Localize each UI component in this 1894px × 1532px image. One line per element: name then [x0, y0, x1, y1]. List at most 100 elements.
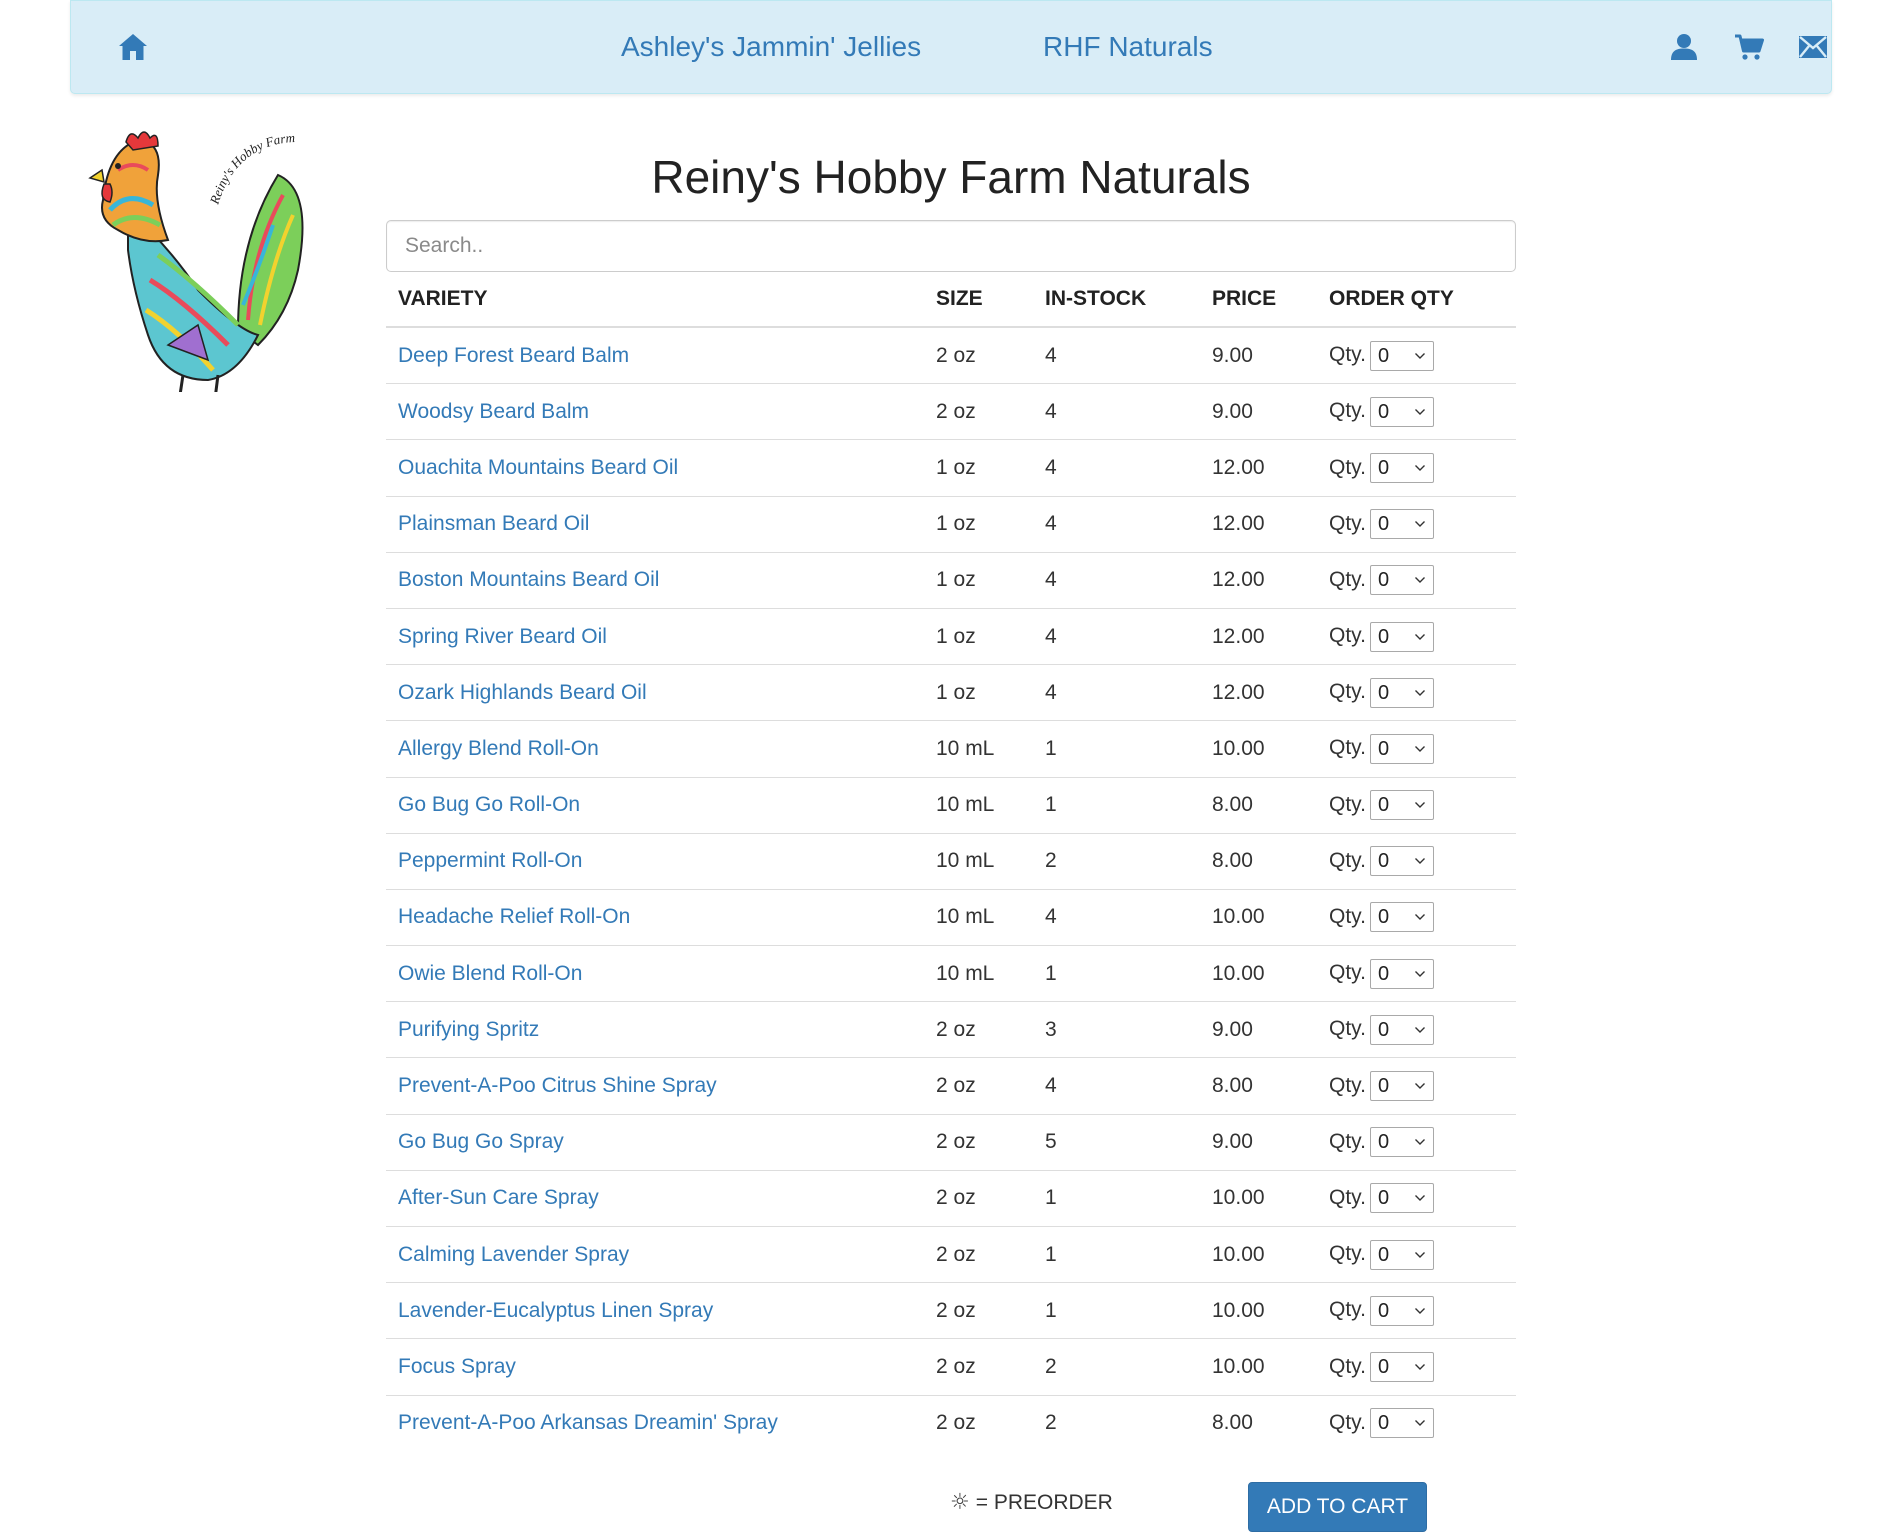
cell-price: 10.00	[1200, 1170, 1317, 1228]
cell-order-qty: Qty. 0	[1317, 1282, 1516, 1340]
qty-select[interactable]: 0	[1369, 958, 1434, 989]
cell-variety: Calming Lavender Spray	[386, 1226, 924, 1284]
cell-order-qty: Qty. 0	[1317, 552, 1516, 609]
chevron-down-icon	[1414, 689, 1425, 696]
product-link[interactable]: Allergy Blend Roll-On	[398, 737, 599, 760]
qty-value: 0	[1377, 625, 1390, 648]
cell-variety: Go Bug Go Spray	[386, 1114, 924, 1171]
cell-price: 12.00	[1200, 608, 1317, 666]
qty-select[interactable]: 0	[1369, 902, 1434, 933]
qty-value: 0	[1377, 1075, 1390, 1098]
cell-size: 2 oz	[924, 1282, 1033, 1340]
cell-size: 2 oz	[924, 1338, 1033, 1396]
product-link[interactable]: Prevent-A-Poo Citrus Shine Spray	[398, 1074, 717, 1097]
cell-order-qty: Qty. 0	[1317, 720, 1516, 778]
mail-icon[interactable]	[1795, 29, 1831, 65]
cell-order-qty: Qty. 0	[1317, 1395, 1516, 1451]
search-input[interactable]	[386, 220, 1516, 272]
product-link[interactable]: Owie Blend Roll-On	[398, 962, 582, 985]
cell-price: 9.00	[1200, 327, 1317, 385]
cell-variety: Go Bug Go Roll-On	[386, 777, 924, 834]
cell-in-stock: 4	[1033, 439, 1200, 497]
preorder-legend-text: = PREORDER	[975, 1490, 1113, 1514]
cell-order-qty: Qty. 0	[1317, 383, 1516, 441]
cell-variety: Woodsy Beard Balm	[386, 383, 924, 441]
qty-value: 0	[1377, 513, 1390, 536]
product-link[interactable]: Lavender-Eucalyptus Linen Spray	[398, 1299, 713, 1322]
nav-link-jellies[interactable]: Ashley's Jammin' Jellies	[621, 31, 921, 63]
cell-in-stock: 4	[1033, 889, 1200, 947]
product-link[interactable]: Go Bug Go Roll-On	[398, 793, 580, 816]
cell-in-stock: 3	[1033, 1001, 1200, 1059]
qty-select[interactable]: 0	[1369, 621, 1434, 652]
cell-order-qty: Qty. 0	[1317, 1338, 1516, 1396]
qty-select[interactable]: 0	[1369, 1351, 1434, 1382]
header-variety: VARIETY	[386, 272, 924, 328]
cell-size: 2 oz	[924, 1057, 1033, 1115]
cell-in-stock: 4	[1033, 664, 1200, 722]
qty-select[interactable]: 0	[1369, 1239, 1434, 1270]
qty-value: 0	[1377, 344, 1390, 367]
cell-in-stock: 4	[1033, 383, 1200, 441]
product-link[interactable]: Ouachita Mountains Beard Oil	[398, 456, 678, 479]
table-row: Plainsman Beard Oil 1 oz 4 12.00 Qty. 0	[386, 496, 1516, 553]
product-link[interactable]: Prevent-A-Poo Arkansas Dreamin' Spray	[398, 1411, 778, 1434]
product-link[interactable]: Ozark Highlands Beard Oil	[398, 681, 647, 704]
product-link[interactable]: Calming Lavender Spray	[398, 1243, 629, 1266]
cell-variety: Headache Relief Roll-On	[386, 889, 924, 947]
cell-price: 10.00	[1200, 720, 1317, 778]
cart-icon[interactable]	[1731, 29, 1767, 65]
product-link[interactable]: Peppermint Roll-On	[398, 849, 582, 872]
chevron-down-icon	[1414, 1026, 1425, 1033]
cell-size: 10 mL	[924, 833, 1033, 890]
cell-variety: Prevent-A-Poo Citrus Shine Spray	[386, 1057, 924, 1115]
qty-select[interactable]: 0	[1369, 846, 1434, 877]
qty-value: 0	[1377, 400, 1390, 423]
cell-order-qty: Qty. 0	[1317, 496, 1516, 553]
product-link[interactable]: Headache Relief Roll-On	[398, 905, 630, 928]
qty-select[interactable]: 0	[1369, 1071, 1434, 1102]
cell-variety: Ozark Highlands Beard Oil	[386, 664, 924, 722]
cell-order-qty: Qty. 0	[1317, 608, 1516, 666]
product-link[interactable]: Go Bug Go Spray	[398, 1130, 564, 1153]
qty-select[interactable]: 0	[1369, 1127, 1434, 1158]
qty-select[interactable]: 0	[1369, 733, 1434, 764]
user-icon[interactable]	[1666, 29, 1702, 65]
chevron-down-icon	[1414, 352, 1425, 359]
qty-select[interactable]: 0	[1369, 1408, 1434, 1439]
qty-label: Qty.	[1329, 511, 1366, 535]
product-link[interactable]: Woodsy Beard Balm	[398, 400, 589, 423]
cell-order-qty: Qty. 0	[1317, 1057, 1516, 1115]
qty-select[interactable]: 0	[1369, 1014, 1434, 1045]
qty-select[interactable]: 0	[1369, 396, 1434, 427]
nav-link-rhf-naturals[interactable]: RHF Naturals	[1043, 31, 1213, 63]
product-link[interactable]: Spring River Beard Oil	[398, 625, 607, 648]
chevron-down-icon	[1414, 521, 1425, 528]
qty-select[interactable]: 0	[1369, 509, 1434, 540]
product-link[interactable]: Purifying Spritz	[398, 1018, 539, 1041]
cell-size: 10 mL	[924, 777, 1033, 834]
home-icon[interactable]	[115, 29, 151, 65]
qty-select[interactable]: 0	[1369, 340, 1434, 371]
qty-select[interactable]: 0	[1369, 452, 1434, 483]
qty-label: Qty.	[1329, 343, 1366, 367]
table-row: Ouachita Mountains Beard Oil 1 oz 4 12.00 Qt…	[386, 439, 1516, 497]
product-link[interactable]: After-Sun Care Spray	[398, 1186, 599, 1209]
chevron-down-icon	[1414, 1139, 1425, 1146]
cell-variety: Ouachita Mountains Beard Oil	[386, 439, 924, 497]
qty-select[interactable]: 0	[1369, 565, 1434, 596]
add-to-cart-button[interactable]: ADD TO CART	[1248, 1482, 1427, 1532]
product-link[interactable]: Boston Mountains Beard Oil	[398, 568, 659, 591]
product-link[interactable]: Deep Forest Beard Balm	[398, 344, 629, 367]
qty-select[interactable]: 0	[1369, 790, 1434, 821]
qty-select[interactable]: 0	[1369, 1295, 1434, 1326]
qty-select[interactable]: 0	[1369, 1183, 1434, 1214]
qty-label: Qty.	[1329, 1185, 1366, 1209]
product-link[interactable]: Plainsman Beard Oil	[398, 512, 589, 535]
table-row: Go Bug Go Roll-On 10 mL 1 8.00 Qty. 0	[386, 777, 1516, 834]
qty-select[interactable]: 0	[1369, 677, 1434, 708]
product-link[interactable]: Focus Spray	[398, 1355, 516, 1378]
cell-size: 2 oz	[924, 1001, 1033, 1059]
cell-order-qty: Qty. 0	[1317, 327, 1516, 385]
cell-order-qty: Qty. 0	[1317, 1001, 1516, 1059]
